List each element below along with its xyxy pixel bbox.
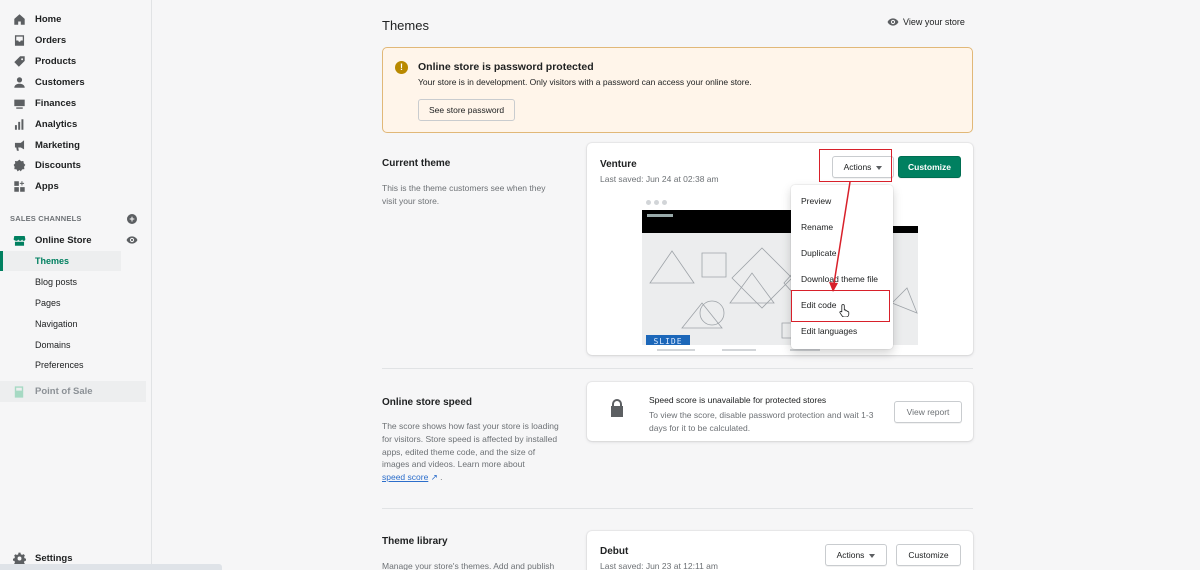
customers-icon [12, 76, 26, 90]
home-icon [12, 13, 26, 27]
nav-label: Online Store [35, 235, 92, 246]
sub-item-blog-posts[interactable]: Blog posts [0, 272, 152, 292]
nav-customers[interactable]: Customers [0, 72, 152, 93]
main-content: Themes View your store ! Online store is… [152, 0, 1200, 570]
divider [382, 368, 973, 369]
speed-card-text: To view the score, disable password prot… [649, 410, 874, 433]
store-speed-description: The score shows how fast your store is l… [382, 420, 564, 484]
orders-icon [12, 34, 26, 48]
sub-item-preferences[interactable]: Preferences [0, 355, 152, 375]
speed-card-title: Speed score is unavailable for protected… [649, 395, 827, 405]
password-banner: ! Online store is password protected You… [382, 47, 973, 133]
view-store-label: View your store [903, 17, 965, 27]
theme-name: Venture [600, 159, 637, 170]
chevron-down-icon [869, 553, 876, 558]
eye-icon [887, 18, 899, 26]
library-actions-button[interactable]: Actions [825, 544, 887, 566]
nav-products[interactable]: Products [0, 51, 152, 72]
theme-library-description: Manage your store's themes. Add and publ… [382, 561, 555, 570]
menu-item-duplicate[interactable]: Duplicate [791, 240, 893, 266]
eye-icon[interactable] [126, 235, 138, 245]
library-theme-last-saved: Last saved: Jun 23 at 12:11 am [600, 561, 718, 570]
banner-title: Online store is password protected [418, 61, 594, 73]
actions-menu: Preview Rename Duplicate Download theme … [791, 185, 893, 349]
banner-text: Your store is in development. Only visit… [418, 77, 752, 87]
speed-score-link[interactable]: speed score [382, 472, 428, 482]
store-icon [12, 234, 26, 248]
sidebar: Home Orders Products Customers Finances … [0, 0, 222, 570]
nav-label: Point of Sale [35, 386, 93, 397]
nav-discounts[interactable]: Discounts [0, 155, 152, 176]
finances-icon [12, 97, 26, 111]
customize-button[interactable]: Customize [898, 156, 961, 178]
sales-channels-label: SALES CHANNELS [10, 214, 82, 223]
see-store-password-button[interactable]: See store password [418, 99, 516, 121]
current-theme-description: This is the theme customers see when the… [382, 183, 546, 206]
apps-icon [12, 180, 26, 194]
theme-last-saved: Last saved: Jun 24 at 02:38 am [600, 174, 719, 184]
lock-icon [611, 399, 623, 417]
nav-home[interactable]: Home [0, 9, 152, 30]
nav-label: Discounts [35, 160, 81, 171]
warning-icon: ! [395, 61, 408, 74]
current-theme-title: Current theme [382, 158, 451, 169]
nav-label: Home [35, 14, 62, 25]
nav-label: Orders [35, 35, 67, 46]
preview-slide-label: SLIDE [646, 335, 690, 345]
theme-library-card: Debut Last saved: Jun 23 at 12:11 am Act… [587, 531, 973, 570]
add-channel-icon[interactable]: + [127, 214, 137, 224]
speed-score-card: Speed score is unavailable for protected… [587, 382, 973, 441]
view-store-link[interactable]: View your store [887, 17, 965, 27]
sub-item-navigation[interactable]: Navigation [0, 314, 152, 334]
discounts-icon [12, 159, 26, 173]
library-customize-button[interactable]: Customize [896, 544, 961, 566]
nav-label: Settings [35, 553, 73, 564]
store-speed-title: Online store speed [382, 397, 473, 408]
library-theme-name: Debut [600, 546, 629, 557]
nav-label: Finances [35, 98, 77, 109]
sub-item-domains[interactable]: Domains [0, 335, 152, 355]
nav-label: Apps [35, 181, 59, 192]
sub-item-pages[interactable]: Pages [0, 293, 152, 313]
nav-finances[interactable]: Finances [0, 93, 152, 114]
store-speed-text: The score shows how fast your store is l… [382, 421, 559, 470]
menu-item-rename[interactable]: Rename [791, 214, 893, 240]
page-title: Themes [382, 18, 429, 33]
menu-item-preview[interactable]: Preview [791, 188, 893, 214]
speed-score-suffix: . [437, 472, 443, 483]
nav-orders[interactable]: Orders [0, 30, 152, 51]
view-report-button[interactable]: View report [894, 401, 962, 423]
theme-library-title: Theme library [382, 536, 448, 547]
nav-label: Marketing [35, 140, 80, 151]
products-icon [12, 55, 26, 69]
nav-analytics[interactable]: Analytics [0, 114, 152, 135]
pos-icon [12, 385, 26, 399]
nav-apps[interactable]: Apps [0, 176, 152, 197]
nav-label: Products [35, 56, 77, 67]
nav-point-of-sale[interactable]: Point of Sale [0, 381, 146, 402]
hand-cursor-icon [839, 304, 850, 317]
nav-label: Customers [35, 77, 85, 88]
sub-item-themes[interactable]: Themes [0, 251, 121, 271]
nav-marketing[interactable]: Marketing [0, 135, 152, 156]
library-actions-label: Actions [836, 550, 865, 560]
menu-item-download-theme-file[interactable]: Download theme file [791, 266, 893, 292]
actions-highlight-box [819, 149, 892, 182]
current-theme-card: Venture Last saved: Jun 24 at 02:38 am A… [587, 143, 973, 355]
nav-label: Analytics [35, 119, 78, 130]
analytics-icon [12, 118, 26, 132]
divider [382, 508, 973, 509]
marketing-icon [12, 139, 26, 153]
external-link-icon: ↗ [430, 472, 438, 483]
